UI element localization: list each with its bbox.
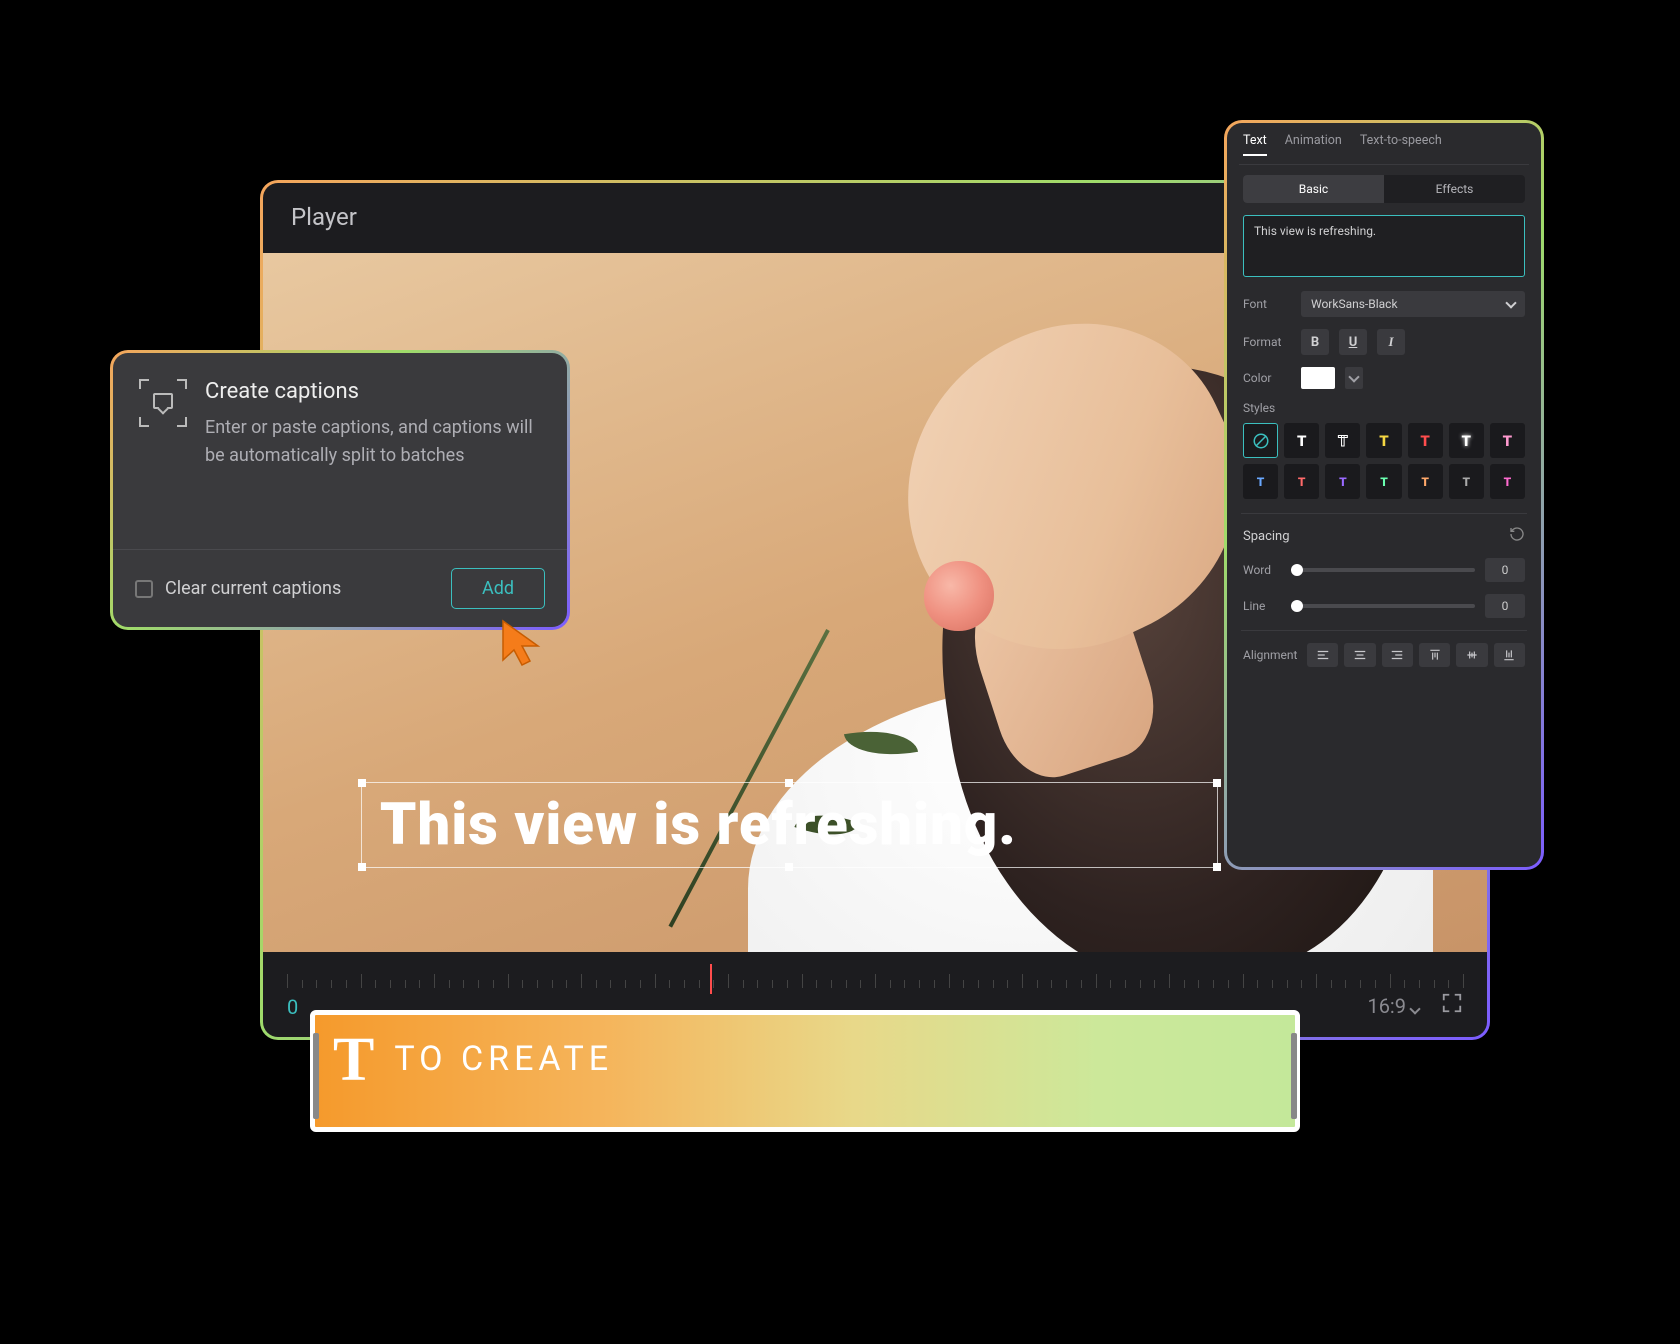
align-left-button[interactable]: [1307, 643, 1338, 667]
underline-button[interactable]: U: [1339, 329, 1367, 355]
alignment-label: Alignment: [1243, 648, 1301, 662]
word-spacing-slider[interactable]: [1293, 568, 1475, 572]
subtab-effects[interactable]: Effects: [1384, 175, 1525, 203]
line-spacing-label: Line: [1243, 599, 1283, 613]
timeline-ruler[interactable]: [287, 962, 1463, 988]
style-preset[interactable]: T: [1449, 464, 1484, 499]
playhead[interactable]: [710, 964, 712, 994]
style-preset[interactable]: T: [1408, 464, 1443, 499]
align-bottom-button[interactable]: [1494, 643, 1525, 667]
clip-label: TO CREATE: [394, 1039, 613, 1079]
styles-label: Styles: [1243, 401, 1525, 415]
text-clip-icon: T: [333, 1029, 374, 1091]
align-top-button[interactable]: [1419, 643, 1450, 667]
timeline-text-clip[interactable]: T TO CREATE: [310, 1010, 1300, 1132]
bold-button[interactable]: B: [1301, 329, 1329, 355]
clear-captions-label: Clear current captions: [165, 578, 341, 599]
align-right-button[interactable]: [1382, 643, 1413, 667]
spacing-label: Spacing: [1243, 529, 1290, 544]
style-preset[interactable]: T: [1366, 423, 1401, 458]
style-preset[interactable]: T: [1490, 423, 1525, 458]
text-properties-panel: Text Animation Text-to-speech Basic Effe…: [1224, 120, 1544, 870]
align-center-button[interactable]: [1344, 643, 1375, 667]
word-spacing-value[interactable]: 0: [1485, 558, 1525, 582]
line-spacing-slider[interactable]: [1293, 604, 1475, 608]
color-swatch[interactable]: [1301, 367, 1335, 389]
tab-text-to-speech[interactable]: Text-to-speech: [1360, 133, 1442, 156]
style-preset[interactable]: T: [1284, 423, 1319, 458]
tab-text[interactable]: Text: [1243, 133, 1267, 156]
caption-text-input[interactable]: This view is refreshing.: [1243, 215, 1525, 277]
dialog-title: Create captions: [205, 379, 541, 404]
style-preset[interactable]: T: [1325, 464, 1360, 499]
align-middle-button[interactable]: [1456, 643, 1487, 667]
word-spacing-label: Word: [1243, 563, 1283, 577]
style-preset[interactable]: T: [1366, 464, 1401, 499]
subtab-basic[interactable]: Basic: [1243, 175, 1384, 203]
style-preset[interactable]: T: [1449, 423, 1484, 458]
style-preset[interactable]: T: [1325, 423, 1360, 458]
font-select[interactable]: WorkSans-Black: [1301, 291, 1525, 317]
font-label: Font: [1243, 297, 1291, 311]
caption-overlay[interactable]: This view is refreshing.: [361, 782, 1218, 868]
caption-overlay-text: This view is refreshing.: [380, 791, 1199, 859]
style-preset[interactable]: T: [1284, 464, 1319, 499]
create-captions-dialog: Create captions Enter or paste captions,…: [110, 350, 570, 630]
captions-icon: [139, 379, 187, 427]
fullscreen-icon[interactable]: [1441, 992, 1463, 1019]
timecode: 0: [287, 995, 298, 1019]
color-dropdown[interactable]: [1345, 367, 1363, 389]
style-none[interactable]: [1243, 423, 1278, 458]
reset-spacing-icon[interactable]: [1509, 526, 1525, 546]
style-preset[interactable]: T: [1243, 464, 1278, 499]
style-preset[interactable]: T: [1408, 423, 1443, 458]
line-spacing-value[interactable]: 0: [1485, 594, 1525, 618]
aspect-ratio-selector[interactable]: 16:9: [1367, 994, 1419, 1018]
add-button[interactable]: Add: [451, 568, 545, 609]
clip-handle-right[interactable]: [1291, 1033, 1297, 1119]
style-preset[interactable]: T: [1490, 464, 1525, 499]
tab-animation[interactable]: Animation: [1285, 133, 1342, 156]
style-presets-grid: T T T T T T T T T T T T T: [1243, 423, 1525, 499]
clip-handle-left[interactable]: [313, 1033, 319, 1119]
color-label: Color: [1243, 371, 1291, 385]
format-label: Format: [1243, 335, 1291, 349]
dialog-description: Enter or paste captions, and captions wi…: [205, 414, 541, 470]
italic-button[interactable]: I: [1377, 329, 1405, 355]
clear-captions-checkbox[interactable]: [135, 580, 153, 598]
